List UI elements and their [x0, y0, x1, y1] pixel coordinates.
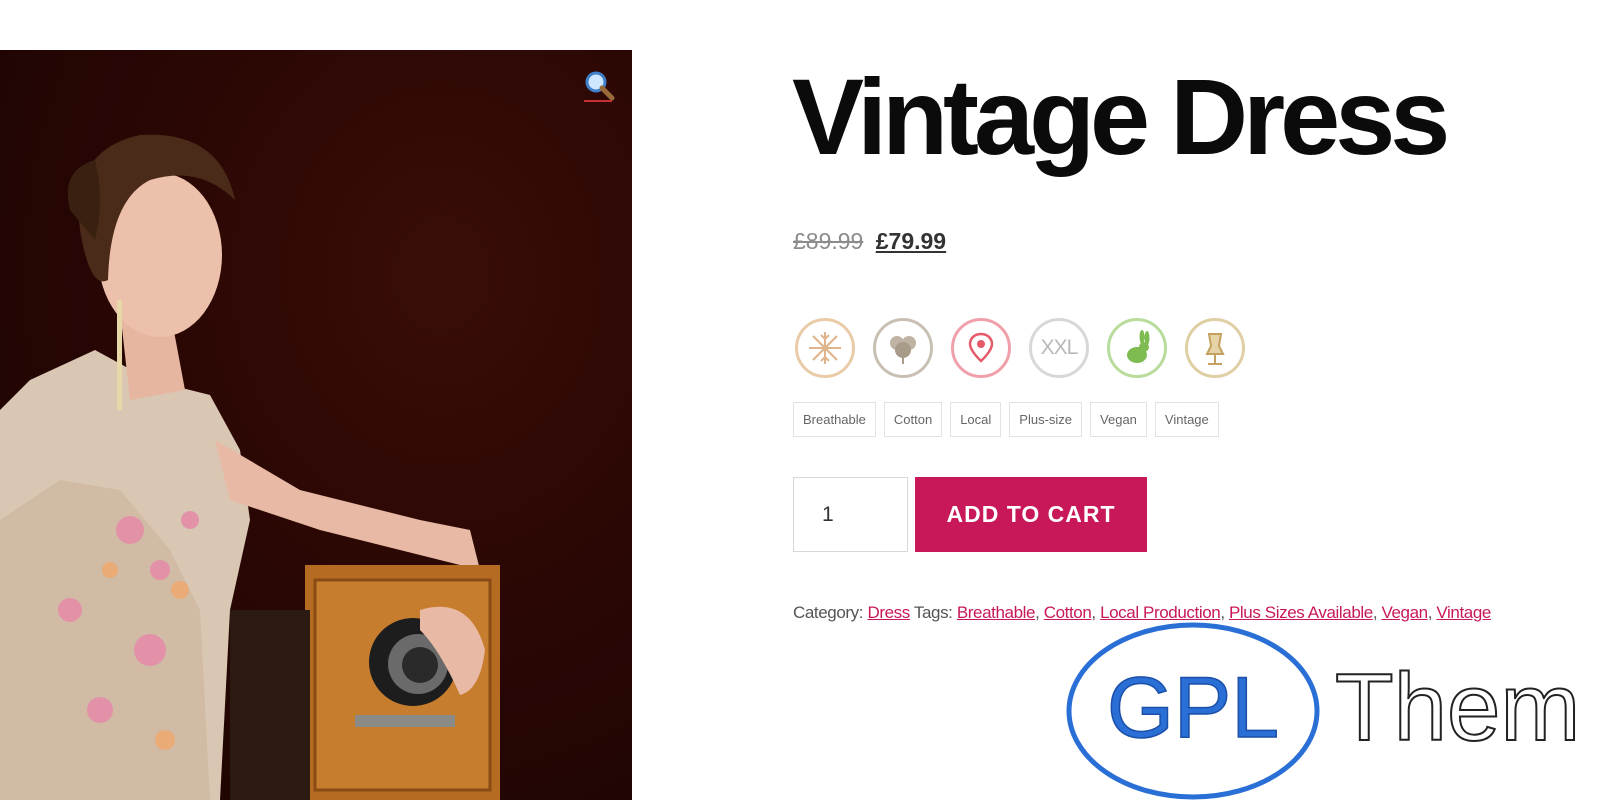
- tag-link[interactable]: Vegan: [1381, 603, 1428, 622]
- product-title: Vintage Dress: [792, 56, 1450, 177]
- watermark-suffix-text: Them: [1335, 654, 1580, 761]
- tag-pill: Breathable: [793, 402, 876, 437]
- category-label: Category:: [793, 603, 864, 622]
- tag-link[interactable]: Cotton: [1044, 603, 1092, 622]
- tag-row: Breathable Cotton Local Plus-size Vegan …: [793, 402, 1227, 437]
- xxl-label: XXL: [1040, 336, 1079, 359]
- rabbit-icon: [1107, 318, 1167, 378]
- xxl-icon: XXL: [1029, 318, 1089, 378]
- tag-pill: Vegan: [1090, 402, 1147, 437]
- quantity-input[interactable]: [793, 477, 908, 552]
- add-to-cart-button[interactable]: ADD TO CART: [915, 477, 1147, 552]
- zoom-icon[interactable]: [582, 68, 616, 102]
- price-original: £89.99: [793, 228, 864, 254]
- mannequin-icon: [1185, 318, 1245, 378]
- product-image[interactable]: [0, 50, 632, 800]
- watermark-logo: GPL Them: [1065, 622, 1600, 800]
- product-photo: [0, 134, 500, 800]
- tag-pill: Plus-size: [1009, 402, 1083, 437]
- tag-pill: Vintage: [1154, 402, 1219, 437]
- tag-link[interactable]: Plus Sizes Available: [1229, 603, 1373, 622]
- tag-link[interactable]: Breathable: [957, 603, 1036, 622]
- tag-pill: Local: [950, 402, 1002, 437]
- tags-label: Tags:: [913, 603, 953, 622]
- tag-pill: Cotton: [883, 402, 943, 437]
- location-pin-icon: [951, 318, 1011, 378]
- tag-link[interactable]: Vintage: [1436, 603, 1491, 622]
- cotton-icon: [873, 318, 933, 378]
- product-meta: Category: Dress Tags: Breathable, Cotton…: [793, 603, 1491, 622]
- snowflake-icon: [795, 318, 855, 378]
- tag-link[interactable]: Local Production: [1100, 603, 1221, 622]
- price-sale: £79.99: [875, 228, 947, 254]
- badge-row: XXL: [795, 318, 1263, 378]
- price: £89.99 £79.99: [793, 228, 946, 255]
- watermark-gpl-text: GPL: [1107, 660, 1279, 756]
- category-link[interactable]: Dress: [867, 603, 910, 622]
